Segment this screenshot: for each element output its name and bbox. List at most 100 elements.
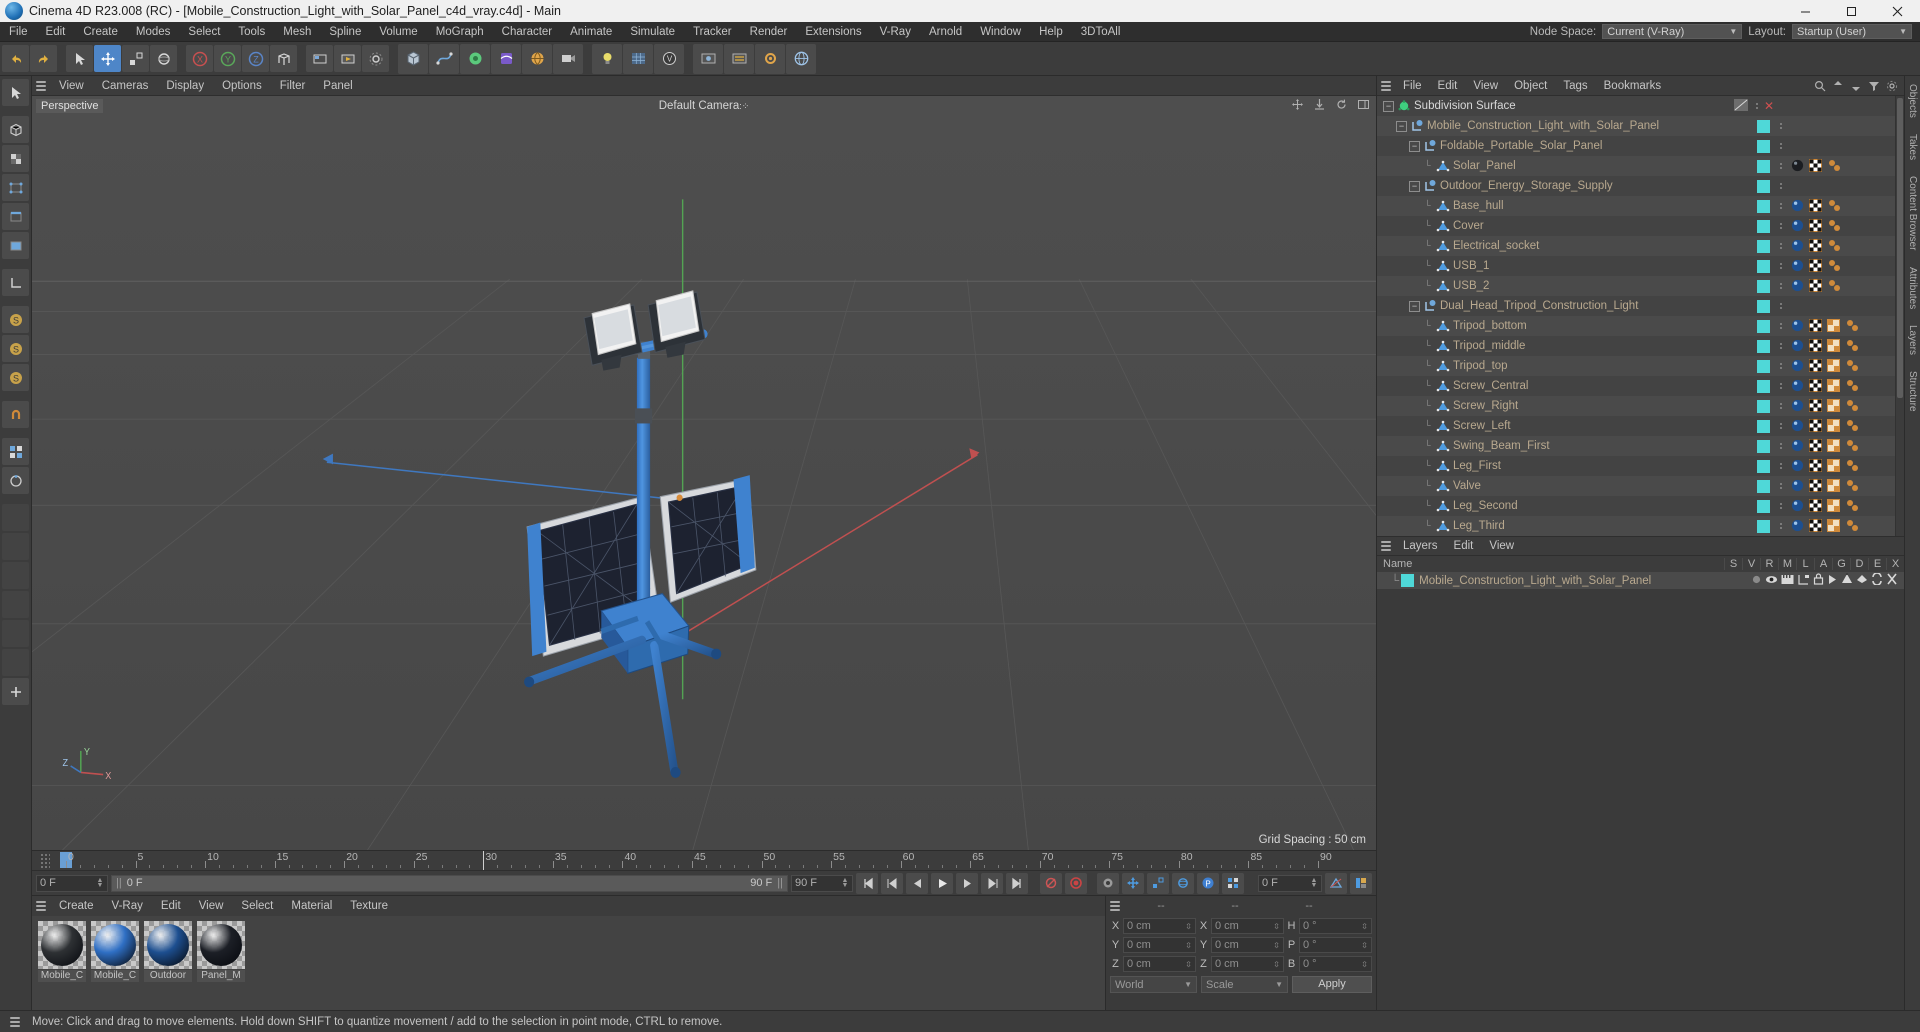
spinner-icon[interactable]: ⇳ [1185,960,1192,969]
tag-point[interactable] [1827,219,1841,233]
spinner-icon[interactable]: ⇳ [1185,941,1192,950]
tag-point[interactable] [1845,339,1859,353]
vray-light-lister-button[interactable] [724,43,754,74]
tag-sel[interactable] [1827,439,1841,453]
menu-item-character[interactable]: Character [493,22,562,42]
material-menu-hamburger-icon[interactable] [32,896,50,916]
current-frame-field[interactable]: 0 F ▲ ▼ [36,874,108,892]
tag-uv[interactable] [1809,279,1823,293]
uv-polygons-button[interactable] [2,438,29,465]
tag-uv[interactable] [1809,499,1823,513]
visibility-swatch[interactable] [1750,479,1776,493]
coordinates-menu-hamburger-icon[interactable] [1106,896,1124,916]
tag-mat-blue[interactable] [1791,219,1805,233]
undo-button[interactable] [2,45,29,72]
expand-toggle[interactable]: └ [1422,220,1433,232]
object-dots-icon[interactable] [1776,403,1785,409]
layer-row[interactable]: └ Mobile_Construction_Light_with_Solar_Pa… [1377,572,1904,589]
previous-frame-button[interactable] [906,872,928,894]
tag-sel[interactable] [1827,339,1841,353]
material-menu-view[interactable]: View [190,896,233,916]
rotation-field-p[interactable]: 0 ° ⇳ [1299,937,1372,953]
visibility-swatch[interactable] [1750,439,1776,453]
tag-uv[interactable] [1809,259,1823,273]
object-row[interactable]: └ Leg_First [1377,456,1895,476]
object-row[interactable]: └ Valve [1377,476,1895,496]
layer-toggle-S[interactable] [1751,574,1762,588]
object-row[interactable]: − Outdoor_Energy_Storage_Supply [1377,176,1895,196]
layer-toggle-L[interactable] [1813,573,1824,588]
object-row[interactable]: └ USB_1 [1377,256,1895,276]
object-row[interactable]: └ Leg_Second [1377,496,1895,516]
object-row[interactable]: └ Screw_Central [1377,376,1895,396]
layer-toggle-A[interactable] [1827,574,1838,588]
menu-item-extensions[interactable]: Extensions [796,22,870,42]
tag-uv[interactable] [1809,359,1823,373]
layer-column-L[interactable]: L [1796,558,1814,570]
globe-button[interactable] [786,43,816,74]
object-dots-icon[interactable] [1776,303,1785,309]
key-position-button[interactable] [1097,872,1119,894]
viewport-menu-display[interactable]: Display [157,76,213,96]
layer-menu-layers[interactable]: Layers [1395,536,1446,556]
render-to-picture-viewer-button[interactable] [334,45,361,72]
layer-column-E[interactable]: E [1868,558,1886,570]
visibility-swatch[interactable] [1750,519,1776,533]
tag-point[interactable] [1827,239,1841,253]
tag-mat-blue[interactable] [1791,239,1805,253]
expand-toggle[interactable]: └ [1422,440,1433,452]
expand-toggle[interactable]: └ [1422,400,1433,412]
layer-column-G[interactable]: G [1832,558,1850,570]
object-row[interactable]: − Subdivision Surface ✕ [1377,96,1895,116]
visibility-swatch[interactable] [1750,399,1776,413]
visibility-swatch[interactable] [1750,499,1776,513]
spinner-icon[interactable]: ⇳ [1361,941,1368,950]
add-deformer-button[interactable] [491,43,521,74]
tag-uv[interactable] [1809,399,1823,413]
visibility-swatch[interactable] [1750,239,1776,253]
polygons-mode-button[interactable] [2,232,29,259]
layer-menu-edit[interactable]: Edit [1446,536,1482,556]
object-dots-icon[interactable] [1776,143,1785,149]
tag-mat-blue[interactable] [1791,199,1805,213]
redo-button[interactable] [30,45,57,72]
material-menu-v-ray[interactable]: V-Ray [103,896,152,916]
subdivision-editor-toggle[interactable] [1730,98,1752,114]
menu-item-create[interactable]: Create [74,22,127,42]
tag-uv[interactable] [1809,339,1823,353]
material-menu-create[interactable]: Create [50,896,103,916]
status-hamburger-icon[interactable] [6,1014,24,1030]
vertical-tab-structure[interactable]: Structure [1907,363,1918,420]
spinner-icon[interactable]: ⇳ [1361,960,1368,969]
expand-toggle[interactable]: − [1409,140,1420,152]
add-cube-button[interactable] [398,43,428,74]
object-menu-tags[interactable]: Tags [1555,76,1595,96]
tag-uv[interactable] [1809,419,1823,433]
object-dots-icon[interactable] [1776,443,1785,449]
object-dots-icon[interactable] [1776,203,1785,209]
layer-toggle-V[interactable] [1765,574,1778,588]
layout-select[interactable]: Startup (User) ▼ [1792,24,1912,39]
tag-mat-dark[interactable] [1791,159,1805,173]
pla-button[interactable] [1222,872,1244,894]
tag-point[interactable] [1845,379,1859,393]
vertical-tab-takes[interactable]: Takes [1907,126,1918,168]
expand-toggle[interactable]: └ [1422,460,1433,472]
viewport-menu-view[interactable]: View [50,76,93,96]
world-coordinates-button[interactable] [270,45,297,72]
position-field-y[interactable]: 0 cm ⇳ [1123,937,1196,953]
tag-sel[interactable] [1827,419,1841,433]
close-button[interactable] [1874,0,1920,22]
uv-points-button[interactable] [2,467,29,494]
spinner-icon[interactable]: ▲ ▼ [841,877,849,889]
tag-point[interactable] [1827,159,1841,173]
layer-toggle-X[interactable] [1886,573,1898,588]
expand-toggle[interactable]: └ [1422,500,1433,512]
scale-tool-button[interactable] [122,45,149,72]
menu-item-edit[interactable]: Edit [37,22,75,42]
menu-item-select[interactable]: Select [179,22,229,42]
layer-column-D[interactable]: D [1850,558,1868,570]
timeline-mode-button[interactable] [1350,872,1372,894]
spinner-icon[interactable]: ⇳ [1273,960,1280,969]
object-dots-icon[interactable] [1776,383,1785,389]
